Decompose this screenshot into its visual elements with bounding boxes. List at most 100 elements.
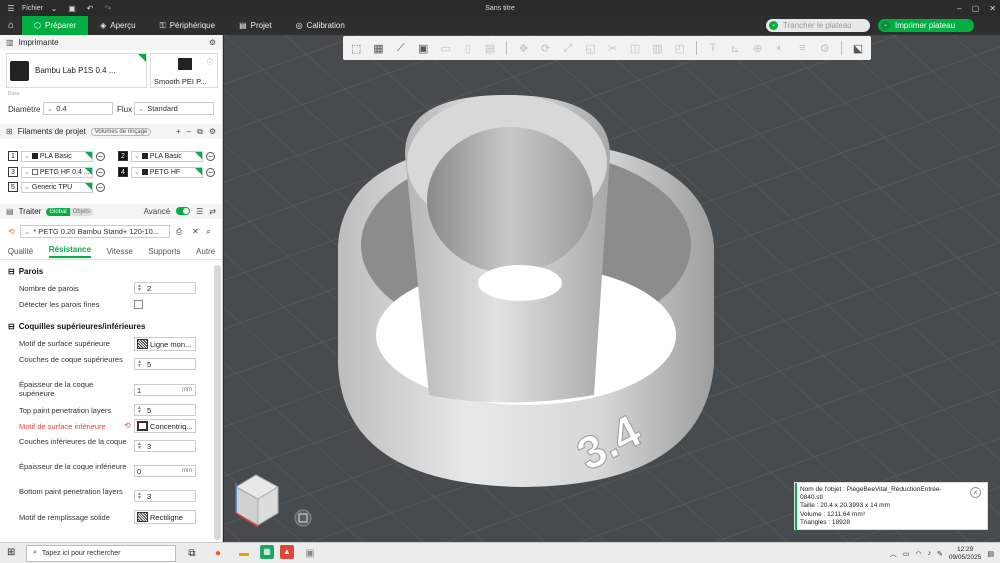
filament-item[interactable]: 1 ⌄ PLA Basic −: [8, 150, 105, 162]
bottom-thickness-input[interactable]: 0 mm: [134, 465, 196, 477]
sheets-icon[interactable]: ▦: [260, 544, 274, 559]
explode-view-icon[interactable]: ⬕: [849, 40, 867, 57]
search-icon[interactable]: ⌕: [206, 226, 211, 237]
reset-icon[interactable]: ⟲: [124, 421, 131, 430]
undo-icon[interactable]: ↶: [83, 4, 97, 13]
tab-project[interactable]: ▤ Projet: [227, 16, 283, 35]
lay-on-face-icon[interactable]: ◱: [581, 40, 599, 57]
tab-prepare[interactable]: ⬡ Préparer: [22, 16, 89, 35]
top-pattern-select[interactable]: Ligne mon...: [134, 337, 196, 351]
rotate-icon[interactable]: ⟳: [537, 40, 555, 57]
remove-filament-icon[interactable]: −: [206, 167, 215, 177]
gear-icon[interactable]: ⚙: [209, 38, 216, 47]
tab-others[interactable]: Autre: [196, 247, 215, 256]
arrange-icon[interactable]: ▣: [414, 40, 432, 57]
taskbar-search[interactable]: ⌕ Tapez ici pour rechercher: [26, 544, 176, 562]
assemble-icon[interactable]: ⊕: [749, 40, 767, 57]
remove-filament-icon[interactable]: −: [96, 151, 105, 161]
close-icon[interactable]: ×: [970, 487, 981, 498]
file-menu[interactable]: Fichier: [22, 5, 43, 12]
text-icon[interactable]: T: [704, 40, 722, 57]
firefox-icon[interactable]: ●: [208, 545, 228, 562]
printer-selector[interactable]: Bambu Lab P1S 0.4 ...: [6, 53, 147, 88]
clock[interactable]: 12:29 09/05/2025: [949, 546, 982, 562]
tab-calibration[interactable]: ◎ Calibration: [284, 16, 357, 35]
home-icon[interactable]: ⌂: [0, 20, 22, 31]
remove-icon[interactable]: –: [187, 127, 191, 137]
cut-icon[interactable]: ✂: [604, 40, 622, 57]
sync-icon[interactable]: ⧉: [197, 127, 203, 137]
split-icon[interactable]: ▤: [481, 40, 499, 57]
remove-filament-icon[interactable]: −: [96, 182, 105, 192]
measure-icon[interactable]: ⊾: [726, 40, 744, 57]
process-preset-select[interactable]: ⌄ * PETG 0.20 Bambu Stand+ 120-10...: [20, 225, 170, 238]
volume-icon[interactable]: ♪: [927, 550, 931, 557]
auto-orient-icon[interactable]: ⟋: [392, 40, 410, 57]
chevron-down-icon[interactable]: ⌄: [769, 21, 778, 30]
add-icon[interactable]: +: [176, 127, 181, 137]
diameter-select[interactable]: ⌄ 0.4: [43, 102, 113, 115]
bottom-paint-input[interactable]: ▲ ▼ 3: [134, 490, 196, 502]
objects-option[interactable]: Objets: [69, 207, 94, 216]
flow-select[interactable]: ⌄ Standard: [134, 102, 214, 115]
filament-item[interactable]: 2 ⌄ PLA Basic −: [118, 150, 215, 162]
advanced-toggle[interactable]: [176, 207, 191, 215]
add-plate-icon[interactable]: ▦: [369, 40, 387, 57]
scale-icon[interactable]: ⤢: [559, 40, 577, 57]
filament-item[interactable]: 5 ⌄ Generic TPU −: [8, 181, 105, 193]
3d-viewport[interactable]: 3.4: [224, 35, 1000, 542]
settings-scrollbar[interactable]: [214, 265, 221, 540]
hamburger-icon[interactable]: ☰: [4, 4, 18, 13]
move-icon[interactable]: ✥: [514, 40, 532, 57]
wall-count-input[interactable]: ▲ ▼ 2: [134, 282, 196, 294]
notification-icon[interactable]: ▤: [987, 550, 994, 558]
close-icon[interactable]: ✕: [192, 227, 199, 236]
reset-icon[interactable]: ⟲: [8, 227, 15, 236]
fit-view-icon[interactable]: [294, 509, 312, 527]
variable-layer-icon[interactable]: ≡: [793, 40, 811, 57]
tab-quality[interactable]: Qualité: [8, 247, 33, 256]
solid-infill-select[interactable]: Rectiligne: [134, 510, 196, 524]
list-icon[interactable]: ☰: [196, 207, 203, 216]
minimize-icon[interactable]: –: [957, 4, 961, 13]
top-thickness-input[interactable]: 1 mm: [134, 384, 196, 396]
maximize-icon[interactable]: ▢: [972, 4, 980, 13]
top-paint-input[interactable]: ▲ ▼ 5: [134, 404, 196, 416]
tab-strength[interactable]: Résistance: [48, 245, 92, 258]
slice-plate-button[interactable]: ⌄ Trancher le plateau: [766, 19, 870, 32]
info-icon[interactable]: ⓘ: [207, 57, 213, 66]
close-icon[interactable]: ✕: [989, 4, 996, 13]
global-objects-switch[interactable]: Global Objets: [46, 207, 94, 216]
windows-start-icon[interactable]: ⊞: [7, 547, 15, 558]
add-object-icon[interactable]: ⬚: [347, 40, 365, 57]
paste-icon[interactable]: ▯: [459, 40, 477, 57]
chevron-up-icon[interactable]: ︿: [890, 549, 897, 559]
seam-paint-icon[interactable]: ◰: [671, 40, 689, 57]
flush-volumes-button[interactable]: Volumes de rinçage: [90, 127, 152, 136]
chevron-down-icon[interactable]: ⌄: [47, 4, 61, 13]
tab-speed[interactable]: Vitesse: [107, 247, 133, 256]
save-preset-icon[interactable]: ⎙: [176, 227, 182, 237]
color-paint-icon[interactable]: ◐: [771, 40, 789, 57]
redo-icon[interactable]: ↷: [101, 4, 115, 13]
gear-icon[interactable]: ⚙: [209, 127, 216, 137]
filament-item[interactable]: 4 ⌄ PETG HF −: [118, 166, 215, 178]
mesh-boolean-icon[interactable]: ◫: [626, 40, 644, 57]
bed-type-selector[interactable]: ⓘ Smooth PEI P...: [150, 53, 218, 88]
bottom-pattern-select[interactable]: Concentriq...: [134, 419, 196, 433]
bambu-studio-icon[interactable]: ▣: [300, 545, 320, 562]
file-explorer-icon[interactable]: ▬: [234, 545, 254, 562]
bottom-layers-input[interactable]: ▲ ▼ 3: [134, 440, 196, 452]
save-icon[interactable]: ▣: [65, 4, 79, 13]
tab-supports[interactable]: Supports: [148, 247, 180, 256]
global-option[interactable]: Global: [46, 207, 70, 216]
filament-item[interactable]: 3 ⌄ PETG HF 0,4 ... −: [8, 166, 105, 178]
chevron-down-icon[interactable]: ⌄: [881, 21, 890, 30]
support-paint-icon[interactable]: ▥: [648, 40, 666, 57]
tab-preview[interactable]: ◈ Aperçu: [88, 16, 148, 35]
copy-icon[interactable]: ▭: [436, 40, 454, 57]
pen-icon[interactable]: ✎: [937, 550, 943, 558]
remove-filament-icon[interactable]: −: [206, 151, 215, 161]
tab-device[interactable]: ⚿ Périphérique: [148, 16, 227, 35]
app-icon[interactable]: ▲: [280, 544, 294, 559]
